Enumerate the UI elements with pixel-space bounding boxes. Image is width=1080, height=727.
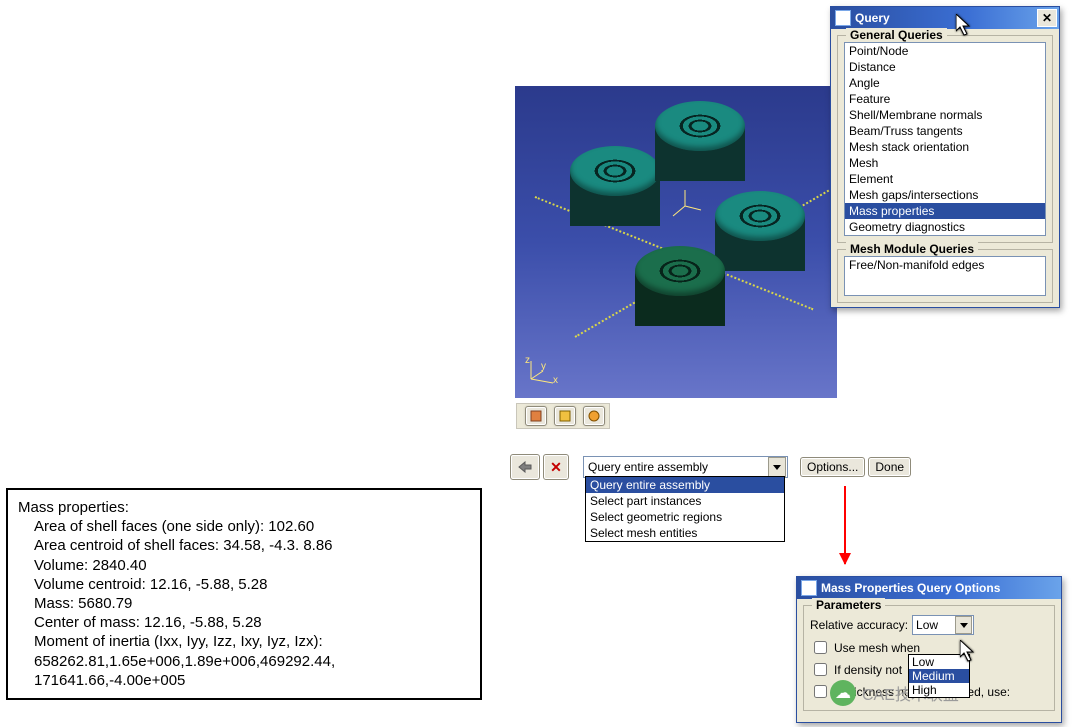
- query-item-mesh-stack[interactable]: Mesh stack orientation: [845, 139, 1045, 155]
- relative-accuracy-value: Low: [916, 618, 938, 632]
- mass-line-area: Area of shell faces (one side only): 102…: [18, 517, 470, 536]
- part-instance-1: [570, 146, 660, 226]
- relative-accuracy-label: Relative accuracy:: [810, 618, 908, 632]
- query-dialog: Query ✕ General Queries Point/Node Dista…: [830, 6, 1060, 308]
- mass-line-area-centroid: Area centroid of shell faces: 34.58, -4.…: [18, 536, 470, 555]
- view-triad-icon: x y z: [523, 357, 559, 390]
- query-item-distance[interactable]: Distance: [845, 59, 1045, 75]
- tool-icon-1[interactable]: [525, 406, 547, 426]
- mass-line-mass: Mass: 5680.79: [18, 594, 470, 613]
- general-queries-group: General Queries Point/Node Distance Angl…: [837, 35, 1053, 243]
- if-density-label: If density not: [834, 663, 902, 677]
- relative-accuracy-combo[interactable]: Low: [912, 615, 974, 635]
- part-instance-2: [655, 101, 745, 181]
- triad-origin-icon: [665, 186, 705, 226]
- mass-props-title: Mass properties:: [18, 498, 470, 517]
- mesh-module-legend: Mesh Module Queries: [846, 242, 978, 256]
- accuracy-option-medium[interactable]: Medium: [909, 669, 969, 683]
- close-icon: ✕: [1042, 11, 1052, 25]
- mass-line-volume: Volume: 2840.40: [18, 556, 470, 575]
- query-item-mesh[interactable]: Mesh: [845, 155, 1045, 171]
- mass-line-volume-centroid: Volume centroid: 12.16, -5.88, 5.28: [18, 575, 470, 594]
- query-dialog-title: Query: [855, 11, 890, 25]
- chevron-down-icon[interactable]: [768, 457, 786, 477]
- mesh-module-queries-group: Mesh Module Queries Free/Non-manifold ed…: [837, 249, 1053, 303]
- part-instance-4: [635, 246, 725, 326]
- query-item-feature[interactable]: Feature: [845, 91, 1045, 107]
- query-scope-combo[interactable]: Query entire assembly: [583, 456, 788, 478]
- window-icon: [801, 580, 817, 596]
- mass-properties-output: Mass properties: Area of shell faces (on…: [6, 488, 482, 700]
- parameters-legend: Parameters: [812, 598, 885, 612]
- mass-line-moi-label: Moment of inertia (Ixx, Iyy, Izz, Ixy, I…: [18, 632, 470, 651]
- mpq-titlebar[interactable]: Mass Properties Query Options: [797, 577, 1061, 599]
- wechat-icon: ☁: [830, 680, 856, 706]
- close-x-icon: ✕: [550, 459, 562, 476]
- mass-line-moi-vals2: 171641.66,-4.00e+005: [18, 671, 470, 690]
- mesh-module-list[interactable]: Free/Non-manifold edges: [844, 256, 1046, 296]
- scope-option-part-instances[interactable]: Select part instances: [586, 493, 784, 509]
- general-queries-list[interactable]: Point/Node Distance Angle Feature Shell/…: [844, 42, 1046, 236]
- part-instance-3: [715, 191, 805, 271]
- use-mesh-checkbox[interactable]: [814, 641, 827, 654]
- query-item-shell-normals[interactable]: Shell/Membrane normals: [845, 107, 1045, 123]
- tool-icon-2[interactable]: [554, 406, 576, 426]
- query-item-beam-tangents[interactable]: Beam/Truss tangents: [845, 123, 1045, 139]
- annotation-arrow-icon: [844, 486, 846, 564]
- query-item-geometry-diagnostics[interactable]: Geometry diagnostics: [845, 219, 1045, 235]
- chevron-down-icon[interactable]: [955, 616, 972, 634]
- query-item-free-edges[interactable]: Free/Non-manifold edges: [845, 257, 1045, 273]
- use-mesh-label: Use mesh when: [834, 641, 920, 655]
- query-item-mass-properties[interactable]: Mass properties: [845, 203, 1045, 219]
- scope-option-mesh-entities[interactable]: Select mesh entities: [586, 525, 784, 541]
- cursor-icon: [956, 14, 974, 38]
- back-button[interactable]: [510, 454, 540, 480]
- scope-option-entire-assembly[interactable]: Query entire assembly: [586, 477, 784, 493]
- query-scope-dropdown[interactable]: Query entire assembly Select part instan…: [585, 476, 785, 542]
- query-dialog-titlebar[interactable]: Query ✕: [831, 7, 1059, 29]
- if-density-checkbox[interactable]: [814, 663, 827, 676]
- mass-line-center-of-mass: Center of mass: 12.16, -5.88, 5.28: [18, 613, 470, 632]
- if-thickness-checkbox[interactable]: [814, 685, 827, 698]
- done-button[interactable]: Done: [868, 457, 911, 477]
- query-item-angle[interactable]: Angle: [845, 75, 1045, 91]
- scope-option-geometric-regions[interactable]: Select geometric regions: [586, 509, 784, 525]
- mass-line-moi-vals1: 658262.81,1.65e+006,1.89e+006,469292.44,: [18, 652, 470, 671]
- close-button[interactable]: ✕: [1037, 9, 1057, 27]
- query-item-mesh-gaps[interactable]: Mesh gaps/intersections: [845, 187, 1045, 203]
- query-item-element[interactable]: Element: [845, 171, 1045, 187]
- cancel-button[interactable]: ✕: [543, 454, 569, 480]
- accuracy-option-high[interactable]: High: [909, 683, 969, 697]
- mpq-title: Mass Properties Query Options: [821, 581, 1000, 595]
- arrow-left-icon: [517, 461, 533, 473]
- combo-value: Query entire assembly: [588, 460, 708, 474]
- query-item-point-node[interactable]: Point/Node: [845, 43, 1045, 59]
- options-button[interactable]: Options...: [800, 457, 865, 477]
- cursor-icon: [960, 640, 978, 664]
- tool-icon-3[interactable]: [583, 406, 605, 426]
- viewport-toolbar: [516, 403, 610, 429]
- viewport-3d[interactable]: x y z: [515, 86, 837, 398]
- window-icon: [835, 10, 851, 26]
- general-queries-legend: General Queries: [846, 28, 947, 42]
